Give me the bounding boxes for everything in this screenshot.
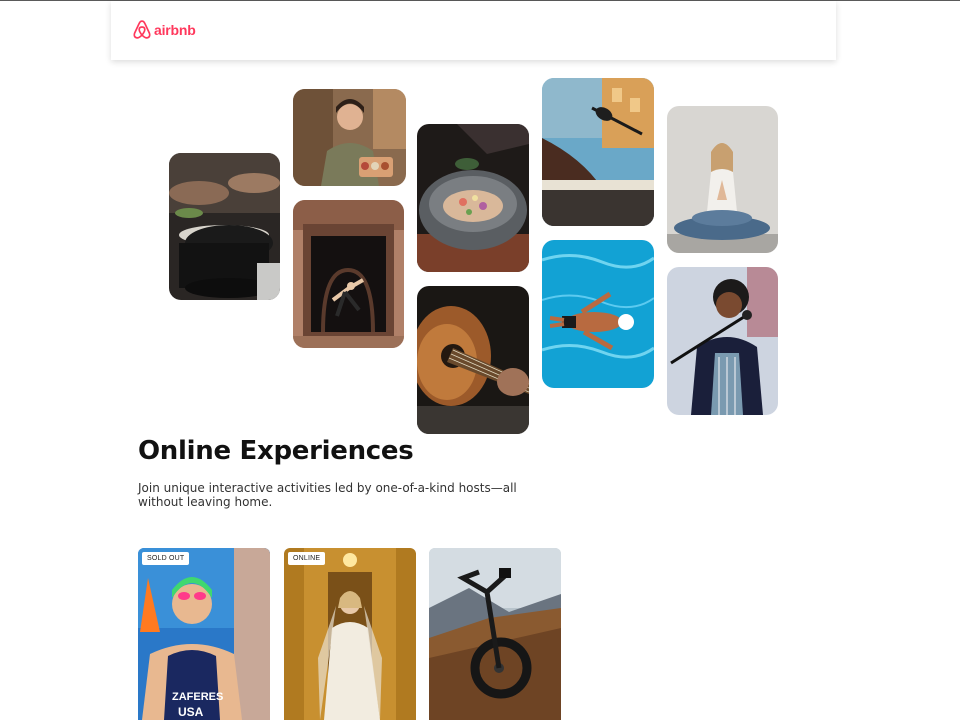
triathlete-photo: ZAFERES USA [138, 548, 270, 720]
mountain-bike-photo [429, 548, 561, 720]
experience-card[interactable] [429, 548, 561, 720]
airbnb-logo-link[interactable]: airbnb [133, 20, 196, 39]
singer-mic-photo [667, 267, 778, 415]
navbar: airbnb [111, 1, 836, 60]
status-badge: ONLINE [288, 552, 326, 565]
page-title: Online Experiences [138, 436, 414, 466]
bride-photo [284, 548, 416, 720]
cooking-pans-photo [169, 153, 280, 300]
status-badge: SOLD OUT [142, 552, 190, 565]
experience-card[interactable]: ZAFERES USA SOLD OUT [138, 548, 270, 720]
swimmer-pool-photo [542, 240, 654, 388]
page-subtitle: Join unique interactive activities led b… [138, 481, 517, 509]
gourmet-bowl-photo [417, 124, 529, 272]
brand-name: airbnb [154, 21, 196, 38]
experience-card[interactable]: ONLINE [284, 548, 416, 720]
food-vendor-woman-photo [293, 89, 406, 186]
guitar-player-photo [417, 286, 529, 434]
keyboard-mic-photo [542, 78, 654, 226]
dancer-doorway-photo [293, 200, 404, 348]
airbnb-logo-icon [133, 20, 151, 39]
svg-text:USA: USA [178, 705, 204, 719]
svg-text:ZAFERES: ZAFERES [172, 691, 223, 703]
yoga-meditation-photo [667, 106, 778, 253]
